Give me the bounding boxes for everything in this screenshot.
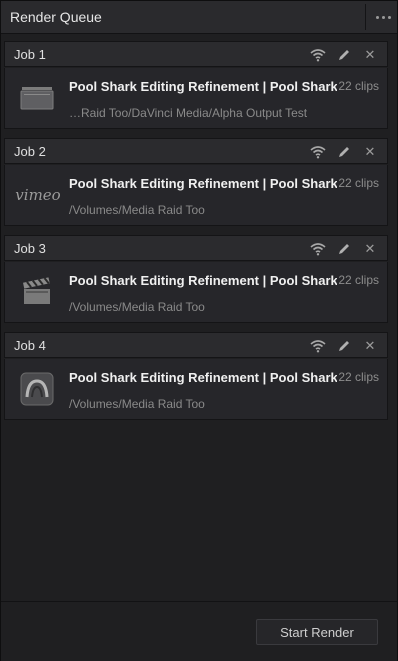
edit-job-button[interactable] [335, 143, 353, 161]
output-path: /Volumes/Media Raid Too [69, 203, 205, 217]
avid-logo-icon [20, 372, 54, 406]
remote-render-button[interactable] [309, 337, 327, 355]
delete-job-button[interactable]: ✕ [361, 240, 379, 258]
close-icon: ✕ [364, 144, 376, 159]
job-title: Pool Shark Editing Refinement | Pool Sha… [69, 370, 337, 385]
wifi-icon [310, 49, 326, 62]
job-actions: ✕ [309, 46, 379, 64]
job-actions: ✕ [309, 143, 379, 161]
clip-count: 22 clips [338, 79, 379, 93]
job-actions: ✕ [309, 240, 379, 258]
job-title: Pool Shark Editing Refinement | Pool Sha… [69, 79, 337, 94]
panel-footer: Start Render [1, 601, 397, 661]
job-thumbnail [15, 272, 59, 312]
more-horizontal-icon-dot [381, 15, 385, 19]
pencil-icon [339, 147, 349, 157]
remote-render-button[interactable] [309, 240, 327, 258]
pencil-icon [339, 50, 349, 60]
render-job[interactable]: Job 4 ✕ Pool Shark Editing Refinement | … [4, 332, 388, 420]
render-job[interactable]: Job 3 ✕ Pool Shark Editing Refinement | … [4, 235, 388, 323]
job-title: Pool Shark Editing Refinement | Pool Sha… [69, 176, 337, 191]
job-header: Job 4 ✕ [4, 332, 388, 358]
header-divider [365, 4, 366, 30]
wifi-icon [310, 146, 326, 159]
job-actions: ✕ [309, 337, 379, 355]
close-icon: ✕ [364, 47, 376, 62]
render-preset-icon [20, 87, 54, 110]
render-queue-panel: Render Queue Job 1 ✕ Pool Shark Editing … [0, 0, 398, 661]
wifi-icon [310, 243, 326, 256]
job-name: Job 1 [14, 47, 46, 62]
wifi-icon [310, 340, 326, 353]
delete-job-button[interactable]: ✕ [361, 46, 379, 64]
edit-job-button[interactable] [335, 46, 353, 64]
vimeo-logo-text: vimeo [15, 186, 61, 204]
clapperboard-icon [23, 277, 50, 304]
output-path: …Raid Too/DaVinci Media/Alpha Output Tes… [69, 106, 308, 120]
delete-job-button[interactable]: ✕ [361, 143, 379, 161]
delete-job-button[interactable]: ✕ [361, 337, 379, 355]
job-title: Pool Shark Editing Refinement | Pool Sha… [69, 273, 337, 288]
start-render-button[interactable]: Start Render [256, 619, 378, 645]
job-header: Job 2 ✕ [4, 138, 388, 164]
more-horizontal-icon-dot [387, 15, 391, 19]
clip-count: 22 clips [338, 176, 379, 190]
job-details: Pool Shark Editing Refinement | Pool Sha… [4, 68, 388, 129]
render-job[interactable]: Job 2 ✕ vimeo Pool Shark Editing Refinem… [4, 138, 388, 226]
job-details: vimeo Pool Shark Editing Refinement | Po… [4, 165, 388, 226]
more-horizontal-icon [375, 15, 379, 19]
panel-header: Render Queue [1, 1, 397, 34]
job-thumbnail [15, 369, 59, 409]
edit-job-button[interactable] [335, 337, 353, 355]
remote-render-button[interactable] [309, 46, 327, 64]
job-thumbnail [15, 78, 59, 118]
vimeo-logo: vimeo [13, 175, 63, 215]
output-path: /Volumes/Media Raid Too [69, 397, 205, 411]
remote-render-button[interactable] [309, 143, 327, 161]
job-header: Job 3 ✕ [4, 235, 388, 261]
more-options-button[interactable] [369, 4, 397, 30]
job-name: Job 3 [14, 241, 46, 256]
job-details: Pool Shark Editing Refinement | Pool Sha… [4, 262, 388, 323]
job-name: Job 2 [14, 144, 46, 159]
clip-count: 22 clips [338, 370, 379, 384]
edit-job-button[interactable] [335, 240, 353, 258]
clip-count: 22 clips [338, 273, 379, 287]
panel-title: Render Queue [10, 9, 102, 25]
close-icon: ✕ [364, 241, 376, 256]
output-path: /Volumes/Media Raid Too [69, 300, 205, 314]
pencil-icon [339, 244, 349, 254]
job-name: Job 4 [14, 338, 46, 353]
job-header: Job 1 ✕ [4, 41, 388, 67]
close-icon: ✕ [364, 338, 376, 353]
render-job[interactable]: Job 1 ✕ Pool Shark Editing Refinement | … [4, 41, 388, 129]
pencil-icon [339, 341, 349, 351]
job-details: Pool Shark Editing Refinement | Pool Sha… [4, 359, 388, 420]
